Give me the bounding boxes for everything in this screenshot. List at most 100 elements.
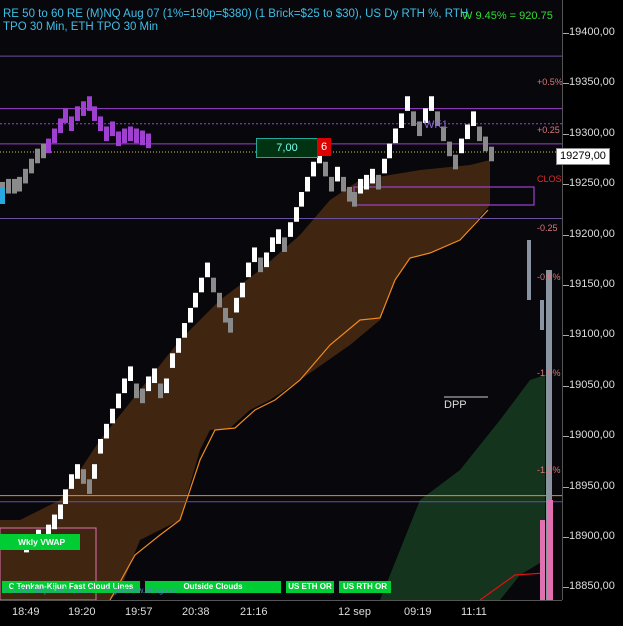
renko-brick-down xyxy=(282,237,287,252)
vwap-button[interactable]: Wkly VWAP xyxy=(0,534,80,550)
renko-brick-up xyxy=(429,96,434,111)
volume-bar xyxy=(540,300,544,330)
renko-brick-down xyxy=(352,192,357,207)
renko-brick-up xyxy=(104,423,109,439)
renko-brick-down xyxy=(489,146,494,162)
renko-brick-up xyxy=(358,178,363,194)
time-tick-label: 09:19 xyxy=(404,606,432,618)
renko-brick-up xyxy=(393,128,398,144)
renko-brick-down xyxy=(12,178,17,194)
time-tick-label: 19:20 xyxy=(68,606,96,618)
renko-brick-down xyxy=(17,176,22,192)
renko-brick-down xyxy=(258,257,263,273)
renko-brick-down xyxy=(69,116,74,132)
renko-brick-down xyxy=(341,176,346,192)
renko-brick-up xyxy=(288,222,293,237)
renko-brick-down xyxy=(223,307,228,323)
renko-brick-down xyxy=(323,161,328,177)
renko-brick-up xyxy=(205,262,210,278)
renko-brick-up xyxy=(58,118,63,134)
renko-brick-up xyxy=(276,229,281,244)
price-tick-label: 18950,00 xyxy=(569,479,615,492)
renko-brick-up xyxy=(299,192,304,207)
renko-brick-up xyxy=(370,168,375,184)
renko-brick-up xyxy=(246,262,251,278)
time-tick-label: 19:57 xyxy=(125,606,153,618)
renko-brick-up xyxy=(252,247,257,263)
time-tick-label: 11:11 xyxy=(461,606,487,618)
renko-brick-up xyxy=(182,323,187,338)
time-tick-label: 20:38 xyxy=(182,606,210,618)
renko-brick-down xyxy=(417,121,422,137)
price-tick-label: 19000,00 xyxy=(569,429,615,442)
renko-brick-up xyxy=(176,338,181,353)
volume-bar xyxy=(547,500,553,600)
renko-brick-up xyxy=(58,504,63,520)
renko-brick-up xyxy=(81,101,86,116)
pct-label: +0.25 xyxy=(537,125,560,135)
price-tick-label: 19150,00 xyxy=(569,278,615,290)
renko-brick-up xyxy=(63,108,68,123)
wk1-label: WK1 xyxy=(424,119,448,131)
chart-title: RE 50 to 60 RE (M)NQ Aug 07 (1%=190p=$38… xyxy=(3,8,469,33)
price-tick-label: 19400,00 xyxy=(569,26,615,38)
us-eth-button[interactable]: US ETH OR xyxy=(286,581,334,593)
time-tick-label: 12 sep xyxy=(338,606,372,618)
renko-brick-up xyxy=(87,96,92,111)
renko-brick-down xyxy=(411,111,416,126)
price-tick-label: 18850,00 xyxy=(569,580,615,593)
renko-brick-down xyxy=(217,292,222,308)
chart-window[interactable]: RE 50 to 60 RE (M)NQ Aug 07 (1%=190p=$38… xyxy=(0,0,623,626)
watermark-text: http://www.nt-ag.com xyxy=(106,586,181,595)
pct-label: CLOS xyxy=(537,174,562,184)
renko-brick-up xyxy=(399,113,404,129)
renko-brick-down xyxy=(23,168,28,184)
price-tick-label: 18900,00 xyxy=(569,530,615,542)
renko-chart[interactable] xyxy=(0,0,562,600)
renko-brick-up xyxy=(199,277,204,293)
renko-brick-down xyxy=(104,126,109,142)
price-tick-label: 19300,00 xyxy=(569,126,615,139)
renko-brick-down xyxy=(110,121,115,137)
renko-brick-down xyxy=(81,469,86,484)
volume-bar xyxy=(540,520,545,600)
renko-brick-up xyxy=(311,161,316,177)
chart-plot-area[interactable]: RE 50 to 60 RE (M)NQ Aug 07 (1%=190p=$38… xyxy=(0,0,562,600)
renko-brick-up xyxy=(122,378,127,394)
renko-brick-down xyxy=(211,277,216,293)
price-tick-label: 19350,00 xyxy=(569,76,615,89)
renko-brick-up xyxy=(294,207,299,222)
us-rth-button[interactable]: US RTH OR xyxy=(339,581,391,593)
renko-brick-up xyxy=(92,464,97,479)
price-tick-label: 19200,00 xyxy=(569,227,615,240)
volume-bar xyxy=(527,240,531,300)
renko-brick-down xyxy=(347,186,352,202)
renko-brick-down xyxy=(87,479,92,494)
renko-brick-up xyxy=(459,138,464,154)
renko-brick-up xyxy=(52,514,57,530)
renko-brick-down xyxy=(376,174,381,190)
renko-brick-up xyxy=(465,124,470,140)
price-axis[interactable]: 19400,00 19350,00 19300,00 19250,00 19200,00… xyxy=(562,0,623,600)
renko-brick-up xyxy=(335,166,340,182)
renko-brick-up xyxy=(387,143,392,159)
renko-brick-up xyxy=(116,393,121,409)
renko-brick-up xyxy=(188,307,193,323)
renko-brick-up xyxy=(98,438,103,454)
renko-brick-up xyxy=(52,128,57,144)
renko-brick-up xyxy=(75,106,80,121)
renko-brick-down xyxy=(92,106,97,121)
renko-brick-up xyxy=(170,353,175,368)
current-price-box: 19279,00 xyxy=(556,148,610,165)
renko-brick-up xyxy=(264,252,269,268)
time-axis[interactable]: 18:49 19:20 19:57 20:38 21:16 12 sep 09:19 11:1… xyxy=(0,600,562,626)
renko-brick-up xyxy=(382,158,387,174)
renko-brick-up xyxy=(128,366,133,382)
renko-brick-down xyxy=(116,131,121,147)
renko-brick-down xyxy=(134,383,139,399)
renko-brick-up xyxy=(63,489,68,504)
pct-label: -0.25 xyxy=(537,223,558,233)
dpp-label: DPP xyxy=(444,399,467,411)
range-label: W 9.45% = 920.75 xyxy=(462,10,553,22)
price-tick-label: 19250,00 xyxy=(569,177,615,190)
